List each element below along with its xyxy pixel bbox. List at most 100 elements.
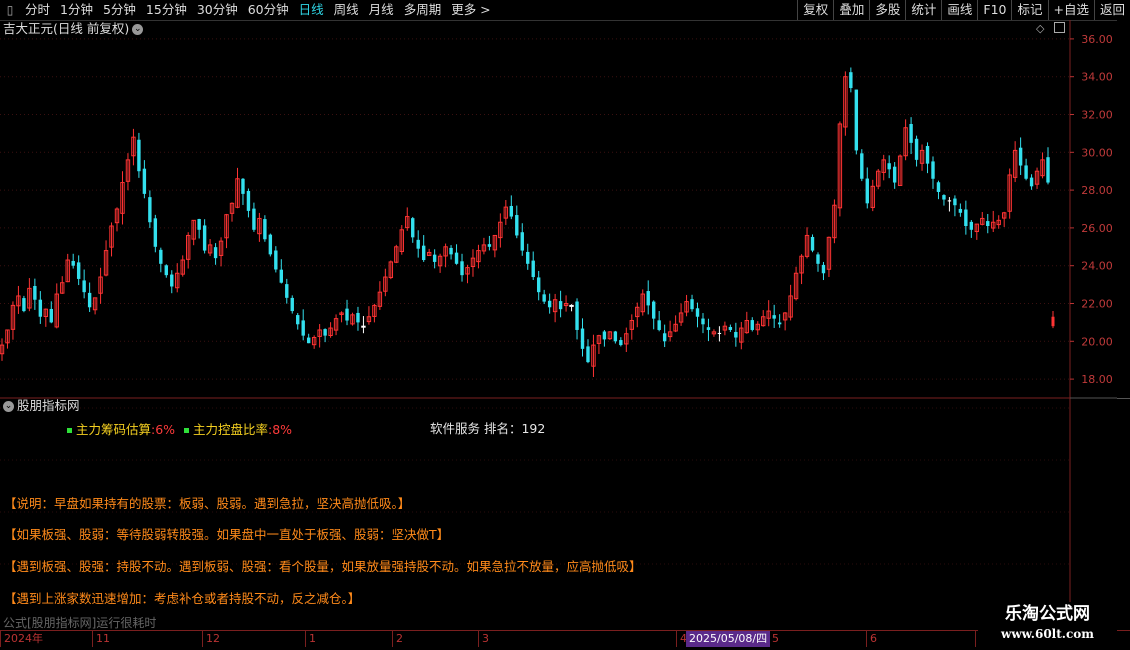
candle-body [87,292,92,308]
tool-button[interactable]: 标记 [1011,0,1047,20]
candle-body [942,195,946,200]
price-tick-label: 22.00 [1081,298,1113,311]
candle-body [213,247,218,259]
period-tab[interactable]: 5分钟 [98,0,141,20]
candle-body [246,190,251,211]
period-tab[interactable]: 月线 [364,0,399,20]
diamond-icon[interactable]: ◇ [1036,22,1044,35]
cursor-date-badge: 2025/05/08/四 [686,631,771,647]
period-tab[interactable]: 更多 > [446,0,495,20]
price-tick-label: 18.00 [1081,373,1113,386]
candle-body [586,346,590,363]
candle-body [268,234,273,255]
candle-body [706,327,711,330]
indicator-title[interactable]: ⌄ 股朋指标网 [3,398,80,414]
candle-body [580,328,585,349]
service-rank-text: 软件服务 排名：192 [430,421,546,436]
candle-body [153,218,158,247]
period-tab[interactable]: 30分钟 [192,0,243,20]
tool-button[interactable]: 叠加 [833,0,869,20]
maximize-icon[interactable] [1054,22,1065,33]
candle-body [816,254,820,264]
tool-button[interactable]: 多股 [869,0,905,20]
price-tick-label: 26.00 [1081,222,1113,235]
candle-body [526,251,530,264]
candle-body [531,260,535,278]
candle-body [323,329,327,336]
period-tab[interactable]: 15分钟 [141,0,192,20]
candle-body [777,322,782,325]
price-tick-label: 24.00 [1081,260,1113,273]
tool-button[interactable]: 返回 [1093,0,1130,20]
price-tick-label: 28.00 [1081,184,1113,197]
candle-body [416,239,420,249]
price-tick-label: 34.00 [1081,71,1113,84]
candle-body [750,320,754,330]
candle-body [734,331,738,338]
candle-body [520,232,524,251]
candle-body [892,166,897,183]
candle-body [909,124,913,143]
indicator-name: 股朋指标网 [17,398,80,413]
period-tab[interactable]: 日线 [294,0,329,20]
candle-body [690,299,694,310]
candle-body [536,277,541,293]
candle-body [958,208,963,213]
candle-body [38,299,43,317]
period-tabs: ▯ 分时 1分钟 5分钟 15分钟 30分钟 60分钟 日线 周线 月线 多周期 更多 > [0,0,496,20]
side-panel-edge[interactable] [1117,20,1130,630]
panel-toggle-icon[interactable]: ▯ [0,0,20,20]
candle-body [865,178,869,204]
candle-body [936,182,941,192]
candle-body [170,274,174,287]
legend-control-ratio: 主力控盘比率:8% [184,419,292,438]
candle-body [356,312,360,323]
candle-body [860,153,864,179]
candle-body [695,308,700,317]
candle-body [887,163,891,170]
candle-body [345,308,349,321]
price-tick-label: 20.00 [1081,335,1113,348]
candle-body [279,269,283,283]
candle-body [717,332,722,334]
time-axis-label: 3 [478,631,489,647]
time-axis-label: 2024年 [0,631,43,647]
period-tab[interactable]: 60分钟 [243,0,294,20]
chevron-down-icon[interactable]: ⌄ [3,401,14,412]
candle-body [487,244,492,247]
candle-body [542,294,546,302]
tool-button[interactable]: F10 [977,0,1011,20]
candle-body [969,221,974,230]
legend-chip-cost: 主力筹码估算:6% [67,419,175,438]
chart-title[interactable]: 吉大正元(日线 前复权) ⌄ [3,21,144,37]
candle-body [821,264,826,274]
tool-button[interactable]: +自选 [1047,0,1094,20]
candle-body [964,209,968,227]
candle-body [421,245,426,261]
period-tab[interactable]: 多周期 [399,0,447,20]
candle-body [306,337,311,344]
note-line-2: 【如果板强、股弱：等待股弱转股强。如果盘中一直处于板强、股弱：坚决做T】 [4,527,450,542]
tool-buttons: 复权 叠加 多股 统计 画线 F10 标记 +自选 返回 [797,0,1130,20]
time-axis[interactable]: 2024年11121234567 2025/05/08/四 [0,630,1130,647]
stock-name-label: 吉大正元(日线 前复权) [3,21,130,36]
tool-button[interactable]: 画线 [941,0,977,20]
period-tab[interactable]: 分时 [20,0,55,20]
candle-body [301,320,305,336]
time-axis-label: 2 [392,631,403,647]
chevron-down-icon[interactable]: ⌄ [132,24,144,35]
candle-body [1046,157,1050,183]
period-tab[interactable]: 周线 [329,0,364,20]
tool-button[interactable]: 复权 [797,0,833,20]
price-axis: 36.00 34.00 32.00 30.00 28.00 26.00 24.00 22.00… [1070,33,1113,386]
candle-body [460,261,464,276]
time-axis-label: 1 [305,631,316,647]
legend-value: :8% [268,422,293,437]
period-tab[interactable]: 1分钟 [55,0,98,20]
candle-body [651,301,656,319]
tool-button[interactable]: 统计 [905,0,941,20]
candle-body [197,219,201,230]
candle-body [854,89,859,151]
candle-body [148,197,152,223]
candle-body [810,236,815,251]
